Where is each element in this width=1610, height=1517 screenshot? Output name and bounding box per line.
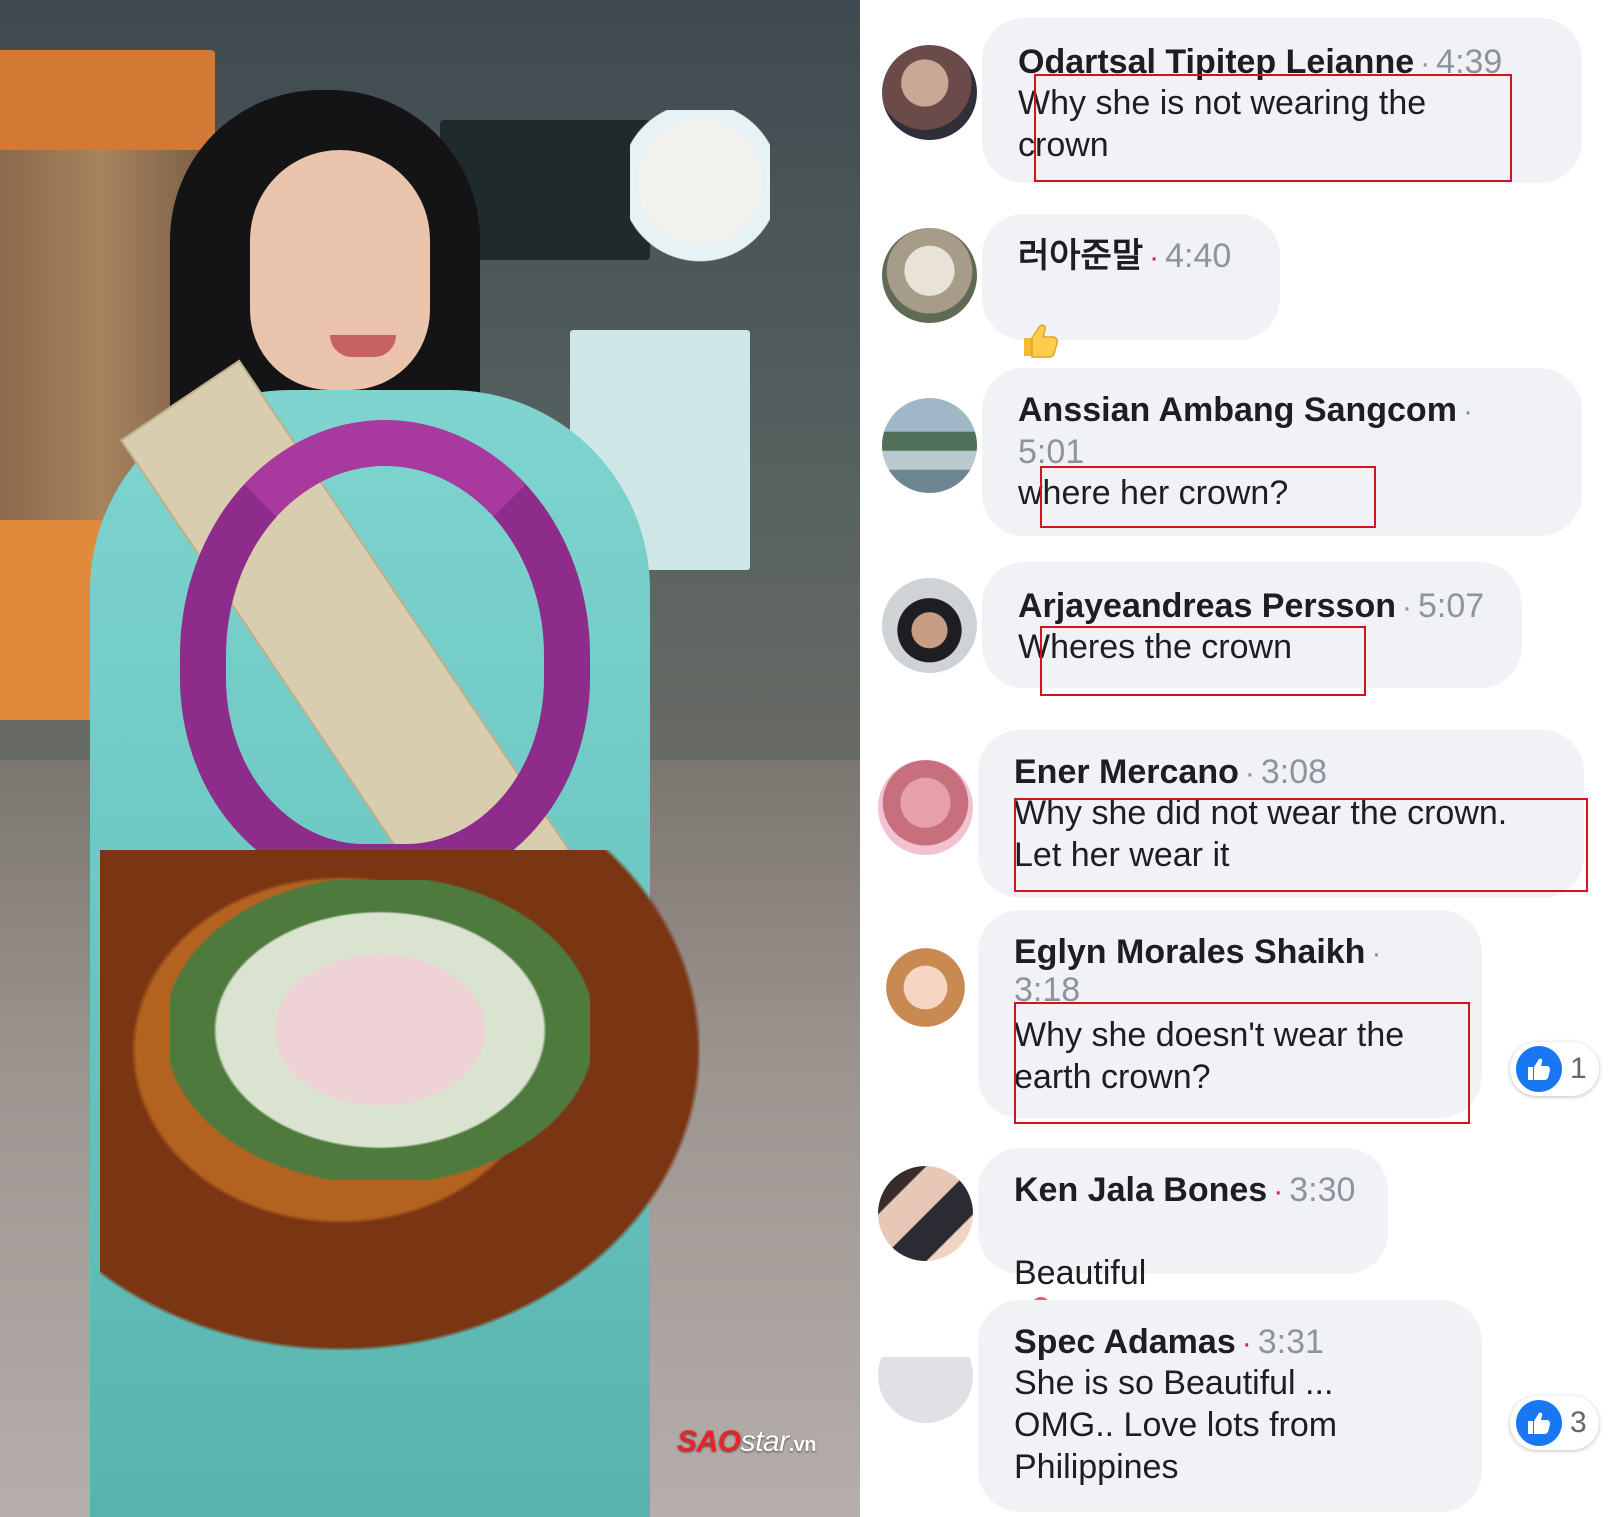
orchid-lei — [180, 420, 590, 890]
highlight-box — [1040, 626, 1366, 696]
comment-time[interactable]: 5:07 — [1418, 587, 1484, 625]
comment-time[interactable]: 3:30 — [1289, 1171, 1355, 1209]
comment-time[interactable]: 3:31 — [1258, 1323, 1324, 1361]
commenter-avatar[interactable] — [878, 1166, 973, 1261]
watermark-sao: SAO — [677, 1425, 741, 1458]
commenter-avatar[interactable] — [882, 398, 977, 493]
commenter-name[interactable]: Arjayeandreas Persson — [1018, 587, 1396, 625]
comment-bubble: Ken Jala Bones · 3:30 Beautiful — [978, 1148, 1388, 1337]
comment-bubble: 러아준말 · 4:40 — [982, 214, 1280, 358]
comment-time[interactable]: 4:40 — [1165, 237, 1231, 275]
highlight-box — [1014, 798, 1588, 892]
comment-thread: Odartsal Tipitep Leianne · 4:39 Why she is… — [860, 0, 1610, 1517]
separator-dot: · — [1273, 1175, 1284, 1208]
comment-item: Ken Jala Bones · 3:30 Beautiful — [860, 1148, 1610, 1337]
like-icon — [1516, 1400, 1562, 1446]
like-icon — [1516, 1046, 1562, 1092]
commenter-avatar[interactable] — [878, 940, 973, 1035]
news-photo: SAOstar.vn — [0, 0, 860, 1517]
commenter-name[interactable]: Anssian Ambang Sangcom — [1018, 391, 1457, 429]
comment-item: Arjayeandreas Persson · 5:07 Wheres the cr… — [860, 562, 1610, 702]
reaction-summary[interactable]: 1 — [1510, 1042, 1599, 1096]
commenter-name[interactable]: Eglyn Morales Shaikh — [1014, 933, 1365, 971]
commenter-avatar[interactable] — [878, 1328, 973, 1423]
reaction-count: 3 — [1570, 1406, 1587, 1439]
commenter-name[interactable]: Ken Jala Bones — [1014, 1171, 1267, 1209]
flower-bouquet — [170, 880, 590, 1180]
comment-item: Eglyn Morales Shaikh · 3:18 Why she doesn… — [860, 910, 1610, 1130]
commenter-name[interactable]: Ener Mercano — [1014, 753, 1239, 791]
highlight-box — [1034, 74, 1512, 182]
separator-dot: · — [1244, 757, 1255, 790]
reaction-summary[interactable]: 3 — [1510, 1396, 1599, 1450]
comment-text: She is so Beautiful ... OMG.. Love lots … — [1014, 1364, 1338, 1486]
saostar-watermark: SAOstar.vn — [677, 1425, 816, 1459]
comment-item: Odartsal Tipitep Leianne · 4:39 Why she is… — [860, 18, 1610, 188]
comment-item: Spec Adamas · 3:31 She is so Beautiful ...… — [860, 1300, 1610, 1517]
comment-bubble: Spec Adamas · 3:31 She is so Beautiful ...… — [978, 1300, 1482, 1512]
commenter-name[interactable]: 러아준말 — [1018, 237, 1143, 275]
commenter-avatar[interactable] — [878, 760, 973, 855]
decor-balloon — [630, 110, 770, 270]
commenter-avatar[interactable] — [882, 228, 977, 323]
comment-time[interactable]: 3:08 — [1261, 753, 1327, 791]
comment-text — [1018, 276, 1060, 362]
watermark-star: star — [740, 1425, 790, 1458]
reaction-count: 1 — [1570, 1052, 1587, 1085]
comment-text-content: Beautiful — [1014, 1254, 1147, 1292]
separator-dot: · — [1149, 241, 1160, 274]
comment-item: Anssian Ambang Sangcom · 5:01 where her c… — [860, 368, 1610, 538]
commenter-avatar[interactable] — [882, 45, 977, 140]
separator-dot: · — [1241, 1327, 1252, 1360]
thumbs-up-emoji-icon — [1024, 324, 1058, 358]
comment-item: 러아준말 · 4:40 — [860, 214, 1610, 358]
highlight-box — [1014, 1002, 1470, 1124]
comment-item: Ener Mercano · 3:08 Why she did not wear t… — [860, 730, 1610, 900]
separator-dot: · — [1401, 591, 1412, 624]
commenter-avatar[interactable] — [882, 578, 977, 673]
highlight-box — [1040, 466, 1376, 528]
separator-dot: · — [1462, 395, 1473, 428]
shop-sign — [0, 50, 215, 150]
commenter-name[interactable]: Spec Adamas — [1014, 1323, 1236, 1361]
watermark-tld: .vn — [788, 1434, 817, 1456]
separator-dot: · — [1371, 937, 1382, 970]
